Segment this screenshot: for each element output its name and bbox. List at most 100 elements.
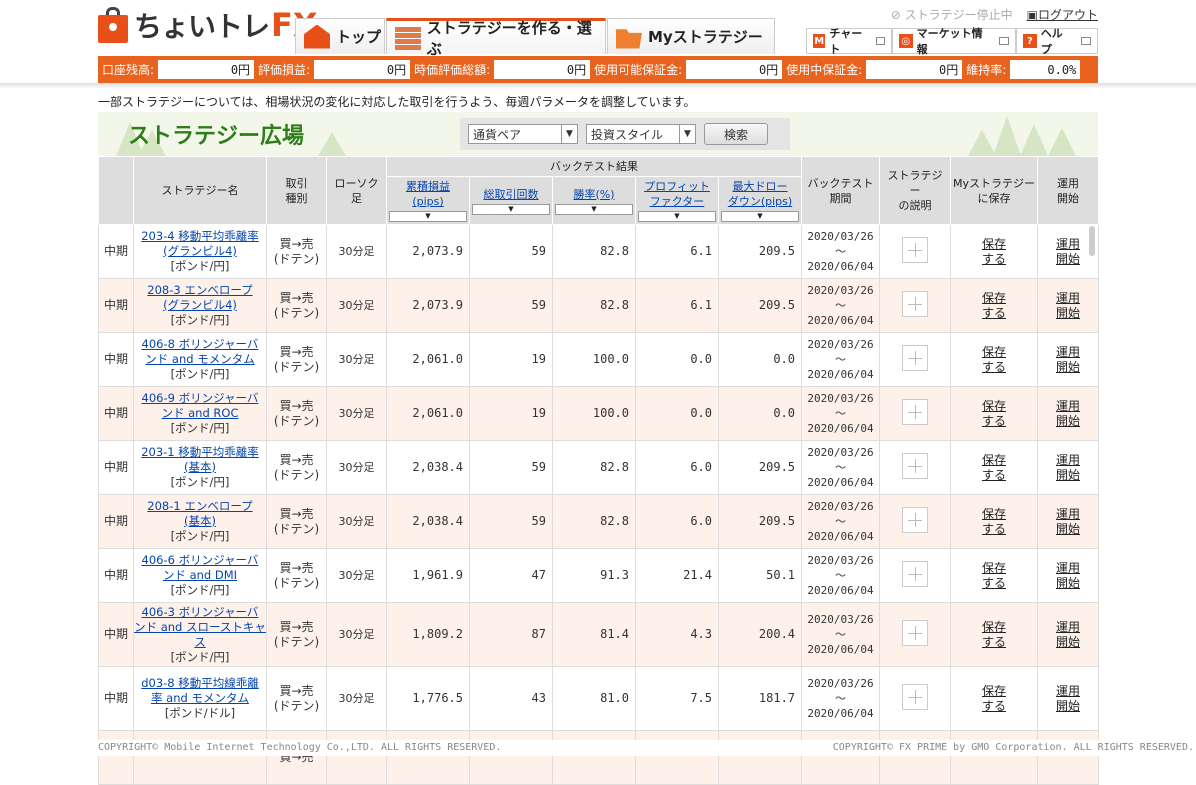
cell-term: 中期 [98,386,134,441]
plus-icon[interactable] [902,344,929,371]
start-link[interactable]: 運用 開始 [1056,237,1080,266]
subtab-market[interactable]: ◎ マーケット情報 [892,27,1016,56]
sort-pf-link[interactable]: プロフィット ファクター [644,180,710,208]
start-link[interactable]: 運用 開始 [1056,291,1080,320]
cell-strategy-name: 203-1 移動平均乖離率 (基本) [ポンド/円] [133,440,267,495]
strategy-name-link[interactable]: 208-1 エンベロープ (基本) [147,499,252,528]
cell-pf: 6.0 [635,440,719,495]
save-link[interactable]: 保存 する [982,561,1006,590]
cell-term: 中期 [98,332,134,387]
period-tilde: ～ [835,407,847,420]
strategy-name-link[interactable]: 406-9 ボリンジャーバ ンド and ROC [142,391,259,420]
plus-icon[interactable] [902,398,929,425]
plus-icon[interactable] [902,452,929,479]
sort-pips-select[interactable]: ▼ [389,211,467,222]
trade-type-l1: 買→売 [279,452,314,467]
save-link[interactable]: 保存 する [982,345,1006,374]
plus-icon[interactable] [902,683,929,710]
trade-type-l1: 買→売 [279,290,314,305]
logo[interactable]: ちょいトレ FX [98,2,318,48]
save-link[interactable]: 保存 する [982,684,1006,713]
cell-description [879,440,952,495]
start-link[interactable]: 運用 開始 [1056,620,1080,649]
cell-trade-type: 買→売 (ドテン) [266,548,327,603]
start-link[interactable]: 運用 開始 [1056,453,1080,482]
sort-pips-link[interactable]: 累積損益 (pips) [406,180,450,208]
tab-strategy[interactable]: ストラテジーを作る・選ぶ [386,18,606,58]
currency-pair: [ポンド/円] [170,649,230,664]
folder-icon [616,29,642,49]
period-to: 2020/06/04 [807,707,874,720]
col-candle-l2: 足 [351,191,362,205]
sort-pf-select[interactable]: ▼ [638,211,716,222]
period-tilde: ～ [835,569,847,582]
save-l2: する [982,467,1007,482]
sort-dd-select[interactable]: ▼ [721,211,799,222]
filter-bar: 通貨ペア ▼ 投資スタイル ▼ 検索 [460,118,790,150]
strategy-name-link[interactable]: d03-8 移動平均線乖離率 and モメンタム [141,676,259,705]
save-link[interactable]: 保存 する [982,453,1006,482]
start-link[interactable]: 運用 開始 [1056,684,1080,713]
trade-type-l2: (ドテン) [273,359,320,374]
cell-start: 運用 開始 [1037,548,1100,603]
sort-winrate-select[interactable]: ▼ [555,203,633,215]
cell-start [1037,730,1100,785]
sort-dd-link[interactable]: 最大ドロー ダウン(pips) [728,180,792,208]
start-link[interactable]: 運用 開始 [1056,507,1080,536]
subtab-help[interactable]: ? ヘルプ [1016,27,1098,56]
banner-title: ストラテジー広場 [128,124,305,149]
cell-dd [717,730,803,785]
save-link[interactable]: 保存 する [982,237,1006,266]
period-from: 2020/03/26 [807,500,874,513]
strategy-name-link[interactable]: 406-6 ボリンジャーバ ンド and DMI [142,553,259,582]
search-button[interactable]: 検索 [704,123,768,145]
col-save-l1: Myストラテジー [953,176,1036,190]
subtab-chart[interactable]: M チャート [806,27,892,56]
strategy-name-l2: ンド and スローストキャス [134,619,266,649]
cell-save: 保存 する [950,332,1039,387]
scrollbar[interactable] [1089,226,1095,256]
cell-pips: 1,961.9 [386,548,470,603]
strategy-name-link[interactable]: 203-4 移動平均乖離率 (グランビル4) [141,229,259,258]
cell-description [879,602,952,667]
plus-icon[interactable] [902,236,929,263]
cell-winrate [552,730,636,785]
plus-icon[interactable] [902,506,929,533]
tab-top-label: トップ [336,28,382,46]
save-link[interactable]: 保存 する [982,507,1006,536]
period-to: 2020/06/04 [807,422,874,435]
start-link[interactable]: 運用 開始 [1056,561,1080,590]
strategy-name-link[interactable]: 406-8 ボリンジャーバ ンド and モメンタム [142,337,259,366]
tab-top[interactable]: トップ [295,18,385,54]
col-desc-l2: ー [909,184,921,197]
cell-strategy-name: 208-1 エンベロープ (基本) [ポンド/円] [133,494,267,549]
sort-count-select[interactable]: ▼ [472,203,550,215]
col-dd: 最大ドロー ダウン(pips) ▼ [717,176,803,225]
cell-dd: 0.0 [717,332,803,387]
investment-style-select[interactable]: 投資スタイル ▼ [586,124,696,144]
save-link[interactable]: 保存 する [982,399,1006,428]
strategy-name-l1: 406-6 ボリンジャーバ [141,553,259,567]
tab-my-strategy[interactable]: Myストラテジー [607,18,775,54]
start-link[interactable]: 運用 開始 [1056,399,1080,428]
trade-type-l1: 買→売 [279,344,314,359]
cell-pips: 2,073.9 [386,224,470,279]
strategy-name-link[interactable]: 208-3 エンベロープ (グランビル4) [147,283,252,312]
cell-pf: 0.0 [635,332,719,387]
start-link[interactable]: 運用 開始 [1056,345,1080,374]
logout-link[interactable]: ▣ログアウト [1027,6,1098,23]
strategy-name-link[interactable]: 406-3 ボリンジャーバ ンド and スローストキャス [134,605,266,649]
plus-icon[interactable] [902,290,929,317]
save-link[interactable]: 保存 する [982,620,1006,649]
sort-count-link[interactable]: 総取引回数 [484,188,539,201]
start-l1: 運用 [1056,398,1081,413]
plus-icon[interactable] [902,560,929,587]
strategy-name-link[interactable]: 203-1 移動平均乖離率 (基本) [141,445,259,474]
cell-term: 中期 [98,278,134,333]
logo-text: ちょいトレ [134,10,270,43]
save-link[interactable]: 保存 する [982,291,1006,320]
period-from: 2020/03/26 [807,554,874,567]
currency-pair-select[interactable]: 通貨ペア ▼ [468,124,578,144]
sort-winrate-link[interactable]: 勝率(%) [573,188,614,201]
plus-icon[interactable] [902,619,929,646]
